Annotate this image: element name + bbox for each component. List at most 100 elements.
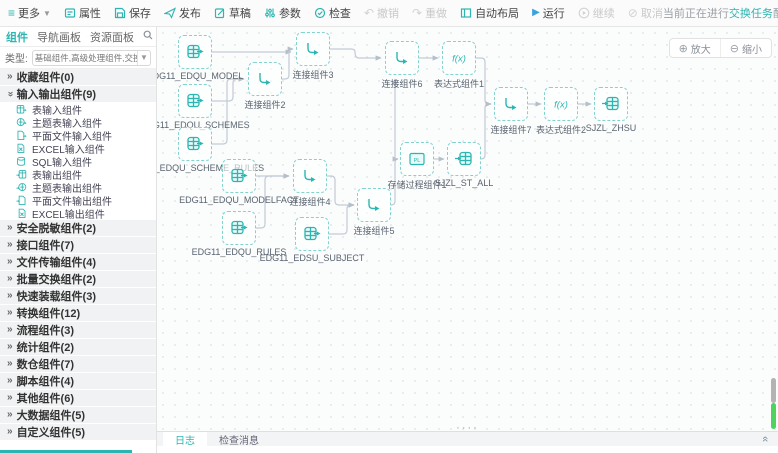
draft-icon — [214, 7, 226, 19]
chevron-down-icon: ▼ — [43, 9, 51, 18]
auto-layout-button[interactable]: 自动布局 — [460, 5, 519, 21]
svg-text:f(x): f(x) — [452, 54, 466, 65]
parameters-button[interactable]: 参数 — [264, 5, 301, 21]
section-process[interactable]: »流程组件(3) — [0, 322, 156, 339]
node-connector[interactable]: 连接组件6 — [385, 41, 419, 75]
node-label: 表达式组件2 — [536, 123, 586, 136]
node-procedure[interactable]: PL 存储过程组件1 — [400, 142, 434, 176]
node-label: 连接组件5 — [353, 224, 394, 237]
tab-resource-panel[interactable]: 资源面板 — [90, 29, 134, 45]
node-table-output[interactable]: SJZL_ZHSU — [594, 87, 628, 121]
node-connector[interactable]: 连接组件5 — [357, 188, 391, 222]
expand-panel-icon[interactable]: « — [759, 436, 771, 442]
node-table-input[interactable]: EDG11_EDQU_SCHEMES — [178, 84, 212, 118]
svg-text:PL: PL — [414, 158, 421, 164]
node-table-input[interactable]: EDG11_EDQU_MODEL — [178, 35, 212, 69]
more-button[interactable]: ≡ 更多 ▼ — [8, 5, 51, 21]
cancel-button[interactable]: ⊘ 取消 — [628, 5, 663, 21]
flat-file-input-icon — [16, 130, 27, 141]
node-label: 连接组件7 — [490, 123, 531, 136]
node-connector[interactable]: 连接组件3 — [296, 32, 330, 66]
component-excel-output[interactable]: EXCEL输出组件 — [0, 207, 156, 220]
zoom-in-button[interactable]: ⊕ 放大 — [670, 39, 720, 57]
node-expression[interactable]: f(x) 表达式组件1 — [442, 41, 476, 75]
node-table-input[interactable]: EDG11_EDQU_RULES — [222, 211, 256, 245]
bottom-tabs: 日志 检查消息 « — [157, 431, 778, 446]
section-file-transfer[interactable]: »文件传输组件(4) — [0, 254, 156, 271]
node-label: 连接组件2 — [244, 98, 285, 111]
cancel-icon: ⊘ — [628, 7, 638, 19]
workflow-canvas[interactable]: EDG11_EDQU_MODEL 连接组件3 EDG11_EDQU_SCHEME… — [157, 27, 778, 431]
connector-icon — [501, 94, 521, 114]
publish-icon — [164, 7, 176, 19]
connector-icon — [364, 195, 384, 215]
resume-button[interactable]: 继续 — [578, 5, 615, 21]
properties-button[interactable]: 属性 — [64, 5, 101, 21]
search-icon[interactable] — [143, 30, 153, 43]
section-transform[interactable]: »转换组件(12) — [0, 305, 156, 322]
zoom-out-button[interactable]: ⊖ 缩小 — [720, 39, 771, 57]
section-warehouse[interactable]: »数仓组件(7) — [0, 356, 156, 373]
node-connector[interactable]: 连接组件4 — [293, 159, 327, 193]
node-connector[interactable]: 连接组件7 — [494, 87, 528, 121]
publish-button[interactable]: 发布 — [164, 5, 201, 21]
table-output-icon — [16, 169, 27, 180]
status-text: 当前正在进行交换任务配置 — [663, 5, 778, 21]
node-label: 表达式组件1 — [434, 77, 484, 90]
section-interface[interactable]: »接口组件(7) — [0, 237, 156, 254]
node-table-input[interactable]: EDG11_EDSU_SUBJECT — [295, 217, 329, 251]
bottom-panel: 日志 检查消息 « — [157, 431, 778, 453]
section-statistics[interactable]: »统计组件(2) — [0, 339, 156, 356]
section-bigdata[interactable]: »大数据组件(5) — [0, 407, 156, 424]
svg-text:f(x): f(x) — [554, 100, 568, 111]
tab-nav-canvas[interactable]: 导航画板 — [37, 29, 81, 45]
section-favorites[interactable]: »收藏组件(0) — [0, 69, 156, 86]
procedure-icon: PL — [407, 149, 427, 169]
node-label: 连接组件3 — [292, 68, 333, 81]
excel-output-icon — [16, 208, 27, 219]
section-script[interactable]: »脚本组件(4) — [0, 373, 156, 390]
chevron-right-icon: » — [7, 72, 13, 82]
node-table-output[interactable]: SJZL_ST_ALL — [447, 142, 481, 176]
connector-icon — [255, 69, 275, 89]
type-filter-row: 类型: 基础组件,高级处理组件,交换组件 ▼ — [0, 47, 156, 69]
section-custom[interactable]: »自定义组件(5) — [0, 424, 156, 441]
node-label: SJZL_ST_ALL — [435, 178, 494, 188]
table-output-icon — [601, 94, 621, 114]
panel-resize-handle[interactable]: ···· — [456, 422, 479, 431]
check-button[interactable]: 检查 — [314, 5, 351, 21]
undo-button[interactable]: ↶ 撤销 — [364, 5, 399, 21]
tab-check-messages[interactable]: 检查消息 — [207, 432, 271, 446]
section-batch-exchange[interactable]: »批量交换组件(2) — [0, 271, 156, 288]
node-expression[interactable]: f(x) 表达式组件2 — [544, 87, 578, 121]
draft-button[interactable]: 草稿 — [214, 5, 251, 21]
redo-button[interactable]: ↷ 重做 — [412, 5, 447, 21]
tab-components[interactable]: 组件 — [6, 29, 28, 45]
section-input-output[interactable]: »输入输出组件(9) — [0, 86, 156, 103]
type-filter-select[interactable]: 基础组件,高级处理组件,交换组件 ▼ — [32, 50, 151, 66]
node-table-input[interactable]: EDG11_EDQU_SCHEME_RULES — [178, 127, 212, 161]
table-input-icon — [185, 91, 205, 111]
run-icon: ▶ — [532, 8, 540, 18]
section-security-mask[interactable]: »安全脱敏组件(2) — [0, 220, 156, 237]
node-label: SJZL_ZHSU — [586, 123, 637, 133]
vertical-scrollbar-progress[interactable] — [771, 403, 776, 429]
save-icon — [114, 7, 126, 19]
theme-table-output-icon — [16, 182, 27, 193]
section-other[interactable]: »其他组件(6) — [0, 390, 156, 407]
more-label: 更多 — [18, 5, 40, 21]
section-fast-load[interactable]: »快速装载组件(3) — [0, 288, 156, 305]
vertical-scrollbar[interactable] — [771, 378, 776, 403]
status-link[interactable]: 交换任务 — [729, 8, 773, 20]
zoom-controls: ⊕ 放大 ⊖ 缩小 — [669, 38, 772, 58]
node-label: EDG11_EDQU_MODELFACT — [179, 195, 299, 205]
tab-log[interactable]: 日志 — [163, 432, 207, 446]
table-input-icon — [185, 134, 205, 154]
run-button[interactable]: ▶ 运行 — [532, 5, 565, 21]
toolbar: ≡ 更多 ▼ 属性 保存 发布 草稿 参数 检查 ↶ 撤销 ↷ 重做 自动布局 … — [0, 0, 778, 27]
zoom-out-icon: ⊖ — [730, 42, 739, 55]
node-connector[interactable]: 连接组件2 — [248, 62, 282, 96]
node-table-input[interactable]: EDG11_EDQU_MODELFACT — [222, 159, 256, 193]
menu-icon: ≡ — [8, 7, 15, 19]
save-button[interactable]: 保存 — [114, 5, 151, 21]
